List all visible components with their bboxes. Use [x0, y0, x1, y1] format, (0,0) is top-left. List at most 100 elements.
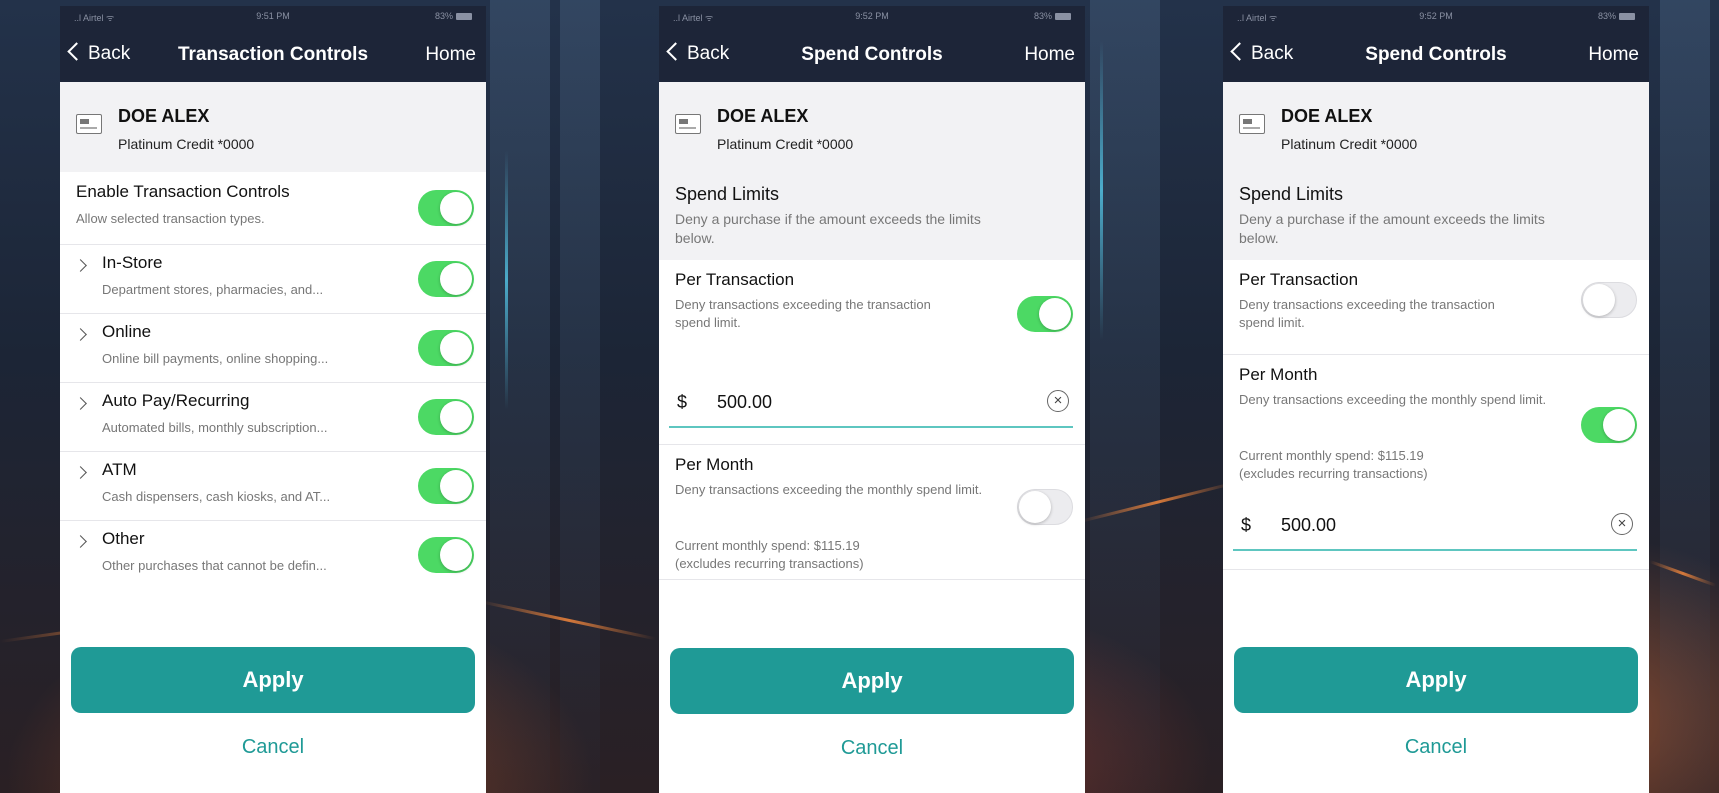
per-transaction-row: Per Transaction Deny transactions exceed… — [659, 260, 1085, 445]
row-description: Deny transactions exceeding the monthly … — [1239, 392, 1547, 407]
atm-toggle[interactable] — [418, 468, 474, 504]
card-header: DOE ALEX Platinum Credit *0000 — [659, 82, 1085, 172]
nav-bar: Back Transaction Controls Home — [60, 28, 486, 82]
page-title: Spend Controls — [1365, 44, 1507, 65]
item-description: Cash dispensers, cash kiosks, and AT... — [102, 489, 331, 504]
clear-icon[interactable]: × — [1047, 390, 1069, 412]
row-title: Per Transaction — [1239, 270, 1359, 289]
item-title: In-Store — [102, 253, 163, 272]
in-store-toggle[interactable] — [418, 261, 474, 297]
online-toggle[interactable] — [418, 330, 474, 366]
clear-icon[interactable]: × — [1611, 513, 1633, 535]
item-description: Department stores, pharmacies, and... — [102, 282, 324, 297]
row-title: Per Month — [675, 455, 754, 474]
row-title: Per Transaction — [675, 270, 795, 289]
battery-indicator: 83% — [1598, 11, 1635, 21]
per-transaction-amount-field[interactable]: $ 500.00 × — [669, 378, 1073, 428]
status-time: 9:52 PM — [855, 11, 889, 21]
apply-button[interactable]: Apply — [670, 648, 1074, 714]
cardholder-name: DOE ALEX — [1281, 106, 1373, 126]
cardholder-name: DOE ALEX — [717, 106, 809, 126]
row-title: Per Month — [1239, 365, 1318, 384]
phone-spend-controls-per-transaction: ..l Airtel ᯤ 9:52 PM 83% Back Spend Cont… — [659, 6, 1085, 793]
nav-bar: Back Spend Controls Home — [659, 28, 1085, 82]
credit-card-icon — [76, 114, 102, 134]
enable-controls-toggle[interactable] — [418, 190, 474, 226]
chevron-right-icon — [74, 328, 87, 341]
other-toggle[interactable] — [418, 537, 474, 573]
per-transaction-row: Per Transaction Deny transactions exceed… — [1223, 260, 1649, 355]
per-month-toggle[interactable] — [1581, 407, 1637, 443]
item-title: ATM — [102, 460, 137, 479]
per-transaction-toggle[interactable] — [1017, 296, 1073, 332]
card-number: Platinum Credit *0000 — [717, 136, 854, 152]
spend-limits-header: Spend Limits Deny a purchase if the amou… — [659, 172, 1085, 260]
status-time: 9:52 PM — [1419, 11, 1453, 21]
list-item-other[interactable]: Other Other purchases that cannot be def… — [60, 521, 486, 589]
home-button[interactable]: Home — [425, 44, 476, 66]
list-item-online[interactable]: Online Online bill payments, online shop… — [60, 314, 486, 383]
cancel-button[interactable]: Cancel — [659, 737, 1085, 760]
enable-transaction-controls-row: Enable Transaction Controls Allow select… — [60, 172, 486, 245]
battery-icon — [1055, 13, 1071, 21]
item-title: Other — [102, 529, 145, 548]
per-month-row: Per Month Deny transactions exceeding th… — [659, 445, 1085, 580]
chevron-right-icon — [74, 259, 87, 272]
card-number: Platinum Credit *0000 — [118, 136, 255, 152]
status-bar: ..l Airtel ᯤ 9:52 PM 83% — [659, 6, 1085, 28]
page-title: Transaction Controls — [177, 44, 369, 65]
item-description: Other purchases that cannot be defin... — [102, 558, 327, 573]
chevron-right-icon — [74, 535, 87, 548]
credit-card-icon — [1239, 114, 1265, 134]
currency-symbol: $ — [1241, 515, 1252, 535]
per-month-amount-field[interactable]: $ 500.00 × — [1233, 501, 1637, 551]
home-button[interactable]: Home — [1024, 44, 1075, 66]
per-month-toggle[interactable] — [1017, 489, 1073, 525]
battery-icon — [1619, 13, 1635, 21]
section-title: Spend Limits — [1239, 184, 1344, 204]
item-title: Auto Pay/Recurring — [102, 391, 250, 410]
item-description: Online bill payments, online shopping... — [102, 351, 329, 366]
status-bar: ..l Airtel ᯤ 9:51 PM 83% — [60, 6, 486, 28]
section-title: Spend Limits — [675, 184, 780, 204]
battery-indicator: 83% — [435, 11, 472, 21]
spend-note: (excludes recurring transactions) — [1239, 466, 1428, 481]
card-number: Platinum Credit *0000 — [1281, 136, 1418, 152]
apply-button[interactable]: Apply — [71, 647, 475, 713]
battery-indicator: 83% — [1034, 11, 1071, 21]
row-description: Allow selected transaction types. — [76, 211, 265, 226]
cancel-button[interactable]: Cancel — [60, 736, 486, 759]
currency-symbol: $ — [677, 392, 688, 412]
amount-value[interactable]: 500.00 — [717, 392, 772, 413]
spend-note: (excludes recurring transactions) — [675, 556, 864, 571]
row-title: Enable Transaction Controls — [76, 182, 290, 201]
list-item-in-store[interactable]: In-Store Department stores, pharmacies, … — [60, 245, 486, 314]
status-bar: ..l Airtel ᯤ 9:52 PM 83% — [1223, 6, 1649, 28]
auto-pay-toggle[interactable] — [418, 399, 474, 435]
credit-card-icon — [675, 114, 701, 134]
item-description: Automated bills, monthly subscription... — [102, 420, 328, 435]
per-transaction-toggle[interactable] — [1581, 282, 1637, 318]
row-description: Deny transactions exceeding the transact… — [1239, 297, 1495, 330]
list-item-atm[interactable]: ATM Cash dispensers, cash kiosks, and AT… — [60, 452, 486, 521]
chevron-right-icon — [74, 466, 87, 479]
section-description: Deny a purchase if the amount exceeds th… — [675, 211, 981, 246]
phone-transaction-controls: ..l Airtel ᯤ 9:51 PM 83% Back Transactio… — [60, 6, 486, 793]
card-header: DOE ALEX Platinum Credit *0000 — [60, 82, 486, 172]
status-time: 9:51 PM — [256, 11, 290, 21]
per-month-row: Per Month Deny transactions exceeding th… — [1223, 355, 1649, 570]
page-title: Spend Controls — [801, 44, 943, 65]
card-header: DOE ALEX Platinum Credit *0000 — [1223, 82, 1649, 172]
list-item-auto-pay[interactable]: Auto Pay/Recurring Automated bills, mont… — [60, 383, 486, 452]
section-description: Deny a purchase if the amount exceeds th… — [1239, 211, 1545, 246]
battery-icon — [456, 13, 472, 21]
current-monthly-spend: Current monthly spend: $115.19 — [675, 538, 860, 553]
current-monthly-spend: Current monthly spend: $115.19 — [1239, 448, 1424, 463]
apply-button[interactable]: Apply — [1234, 647, 1638, 713]
cardholder-name: DOE ALEX — [118, 106, 210, 126]
amount-value[interactable]: 500.00 — [1281, 515, 1336, 536]
cancel-button[interactable]: Cancel — [1223, 736, 1649, 759]
phone-spend-controls-per-month: ..l Airtel ᯤ 9:52 PM 83% Back Spend Cont… — [1223, 6, 1649, 793]
nav-bar: Back Spend Controls Home — [1223, 28, 1649, 82]
home-button[interactable]: Home — [1588, 44, 1639, 66]
